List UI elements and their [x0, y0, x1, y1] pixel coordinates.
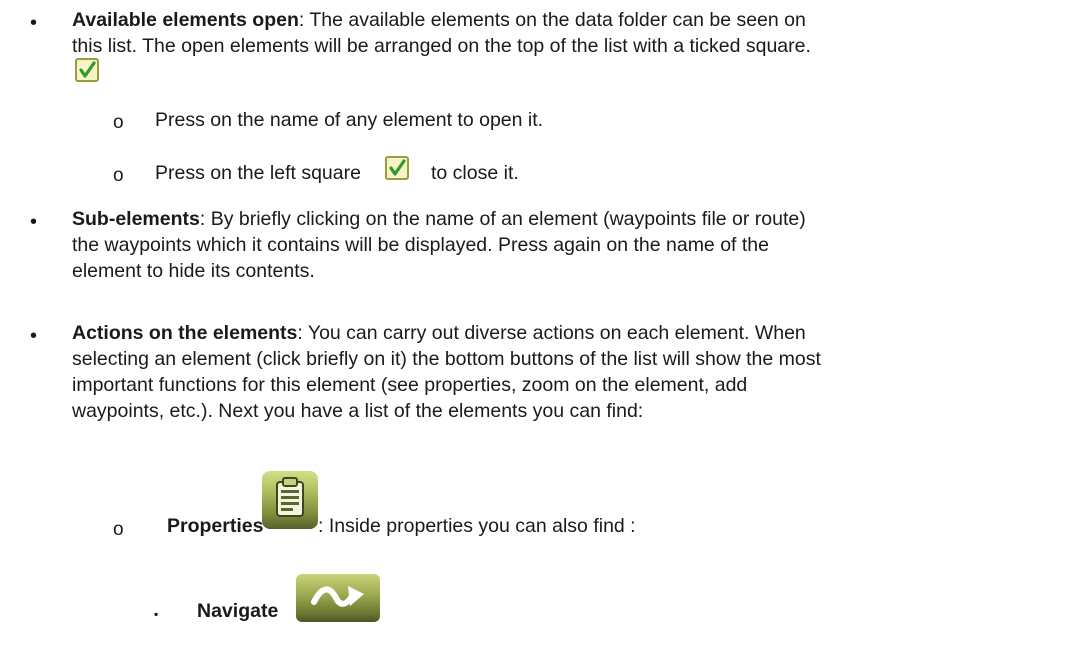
bullet-marker: •: [30, 325, 38, 347]
bullet-marker: •: [30, 211, 38, 233]
properties-description: : Inside properties you can also find :: [318, 515, 636, 537]
term-actions: Actions on the elements: [72, 322, 298, 344]
square-bullet-marker: ▪: [154, 607, 159, 621]
sub-item-open: Press on the name of any element to open…: [155, 109, 544, 131]
navigate-label: Navigate: [197, 600, 279, 622]
sub-bullet-marker: o: [113, 519, 124, 540]
checkbox-checked-icon: [75, 58, 99, 82]
navigate-arrow-icon: [296, 574, 380, 622]
paragraph-actions: Actions on the elements: You can carry o…: [72, 322, 821, 422]
properties-label: Properties: [167, 515, 264, 537]
term-available-elements: Available elements open: [72, 9, 299, 31]
sub-bullet-marker: o: [113, 112, 124, 133]
sub-item-close: Press on the left square: [155, 162, 361, 184]
paragraph-available-elements: Available elements open: The available e…: [72, 9, 811, 57]
checkbox-checked-icon: [385, 156, 409, 180]
sub-bullet-marker: o: [113, 165, 124, 186]
bullet-marker: •: [30, 12, 38, 34]
clipboard-icon: [262, 471, 318, 529]
document-page: • Available elements open: The available…: [0, 0, 1089, 648]
sub-item-close-tail: to close it.: [431, 162, 519, 184]
paragraph-sub-elements: Sub-elements: By briefly clicking on the…: [72, 208, 806, 282]
term-sub-elements: Sub-elements: [72, 208, 200, 230]
